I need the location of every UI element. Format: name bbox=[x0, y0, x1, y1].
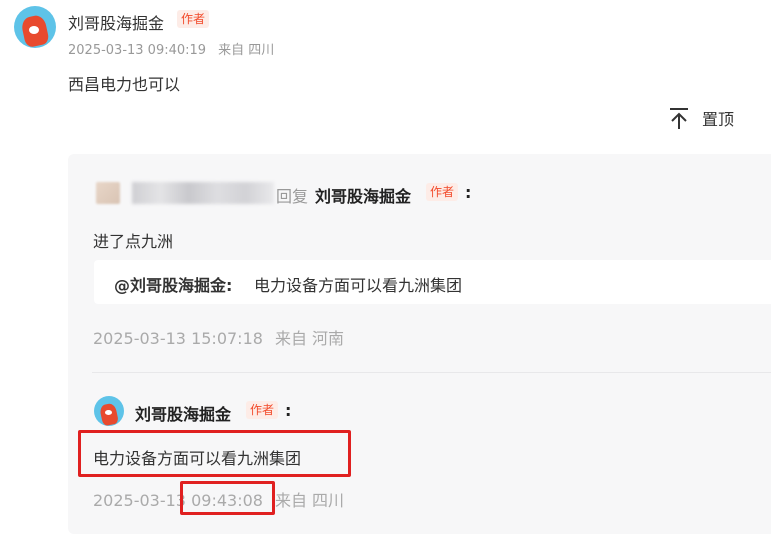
avatar-face bbox=[29, 26, 39, 34]
highlight-box bbox=[180, 481, 275, 515]
pin-top-icon bbox=[670, 108, 688, 129]
reply-word: 回复 bbox=[276, 187, 309, 206]
reply-date: 2025-03-13 bbox=[93, 491, 186, 510]
blurred-username[interactable] bbox=[132, 182, 274, 204]
quote-text: 电力设备方面可以看九洲集团 bbox=[254, 276, 463, 295]
colon: : bbox=[285, 401, 292, 420]
reply-target-name[interactable]: 刘哥股海掘金 bbox=[315, 183, 411, 207]
quote-user[interactable]: @刘哥股海掘金: bbox=[114, 272, 232, 296]
reply-location: 来自 四川 bbox=[274, 491, 345, 510]
comment-text: 西昌电力也可以 bbox=[68, 75, 181, 94]
blurred-avatar[interactable] bbox=[96, 182, 120, 204]
colon: : bbox=[465, 183, 472, 202]
reply-text: 进了点九洲 bbox=[93, 232, 174, 251]
pin-label: 置顶 bbox=[702, 110, 735, 129]
comment-meta: 2025-03-13 09:40:19 来自 四川 bbox=[68, 39, 274, 58]
reply-meta: 2025-03-13 15:07:18 来自 河南 bbox=[93, 325, 344, 349]
avatar[interactable] bbox=[94, 396, 124, 426]
author-name[interactable]: 刘哥股海掘金 bbox=[68, 10, 164, 34]
reply-timestamp: 2025-03-13 15:07:18 bbox=[93, 329, 263, 348]
avatar-face bbox=[105, 410, 112, 415]
reply-author-name[interactable]: 刘哥股海掘金 bbox=[135, 401, 231, 425]
quote-box: @刘哥股海掘金: 电力设备方面可以看九洲集团 bbox=[94, 260, 771, 304]
comment-timestamp: 2025-03-13 09:40:19 bbox=[68, 43, 207, 58]
author-badge: 作者 bbox=[426, 183, 459, 201]
author-badge: 作者 bbox=[246, 401, 279, 419]
author-badge: 作者 bbox=[177, 10, 210, 28]
divider bbox=[92, 372, 771, 373]
pin-button[interactable]: 置顶 bbox=[668, 104, 734, 132]
avatar[interactable] bbox=[14, 6, 56, 48]
comment-location: 来自 四川 bbox=[218, 43, 275, 58]
reply-location: 来自 河南 bbox=[274, 329, 345, 348]
highlight-box bbox=[78, 430, 351, 477]
